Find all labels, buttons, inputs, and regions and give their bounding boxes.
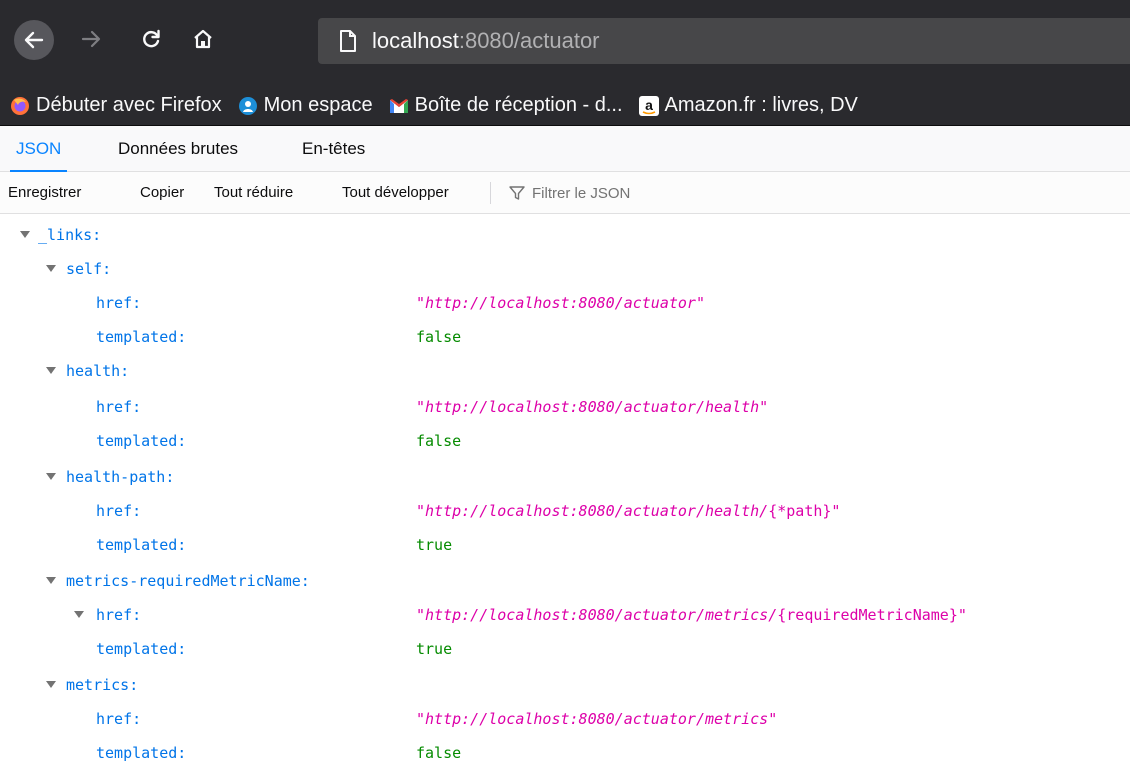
json-key-href: href:: [96, 398, 142, 416]
tree-row-metrics-href[interactable]: href: "http://localhost:8080/actuator/me…: [0, 702, 1130, 736]
tree-row-self-templated[interactable]: templated: false: [0, 320, 1130, 354]
reload-icon: [143, 29, 160, 48]
tree-row-health-href[interactable]: href: "http://localhost:8080/actuator/he…: [0, 390, 1130, 424]
json-key-metrics-required-metric-name: metrics-requiredMetricName:: [66, 572, 310, 590]
tree-row-metrics-required-metric-name-templated[interactable]: templated: true: [0, 632, 1130, 666]
expand-triangle-icon[interactable]: [20, 230, 30, 240]
json-key-links: _links:: [38, 226, 102, 244]
json-value-boolean: false: [416, 744, 462, 762]
tree-row-metrics-required-metric-name[interactable]: metrics-requiredMetricName:: [0, 564, 1130, 598]
amazon-icon: a: [638, 95, 659, 116]
bookmarks-toolbar: Débuter avec Firefox Mon espace Boîte de…: [0, 86, 1130, 126]
tree-row-health-path-href[interactable]: href: "http://localhost:8080/actuator/he…: [0, 494, 1130, 528]
bookmark-amazon[interactable]: a Amazon.fr : livres, DV: [629, 86, 864, 125]
json-value-boolean: true: [416, 640, 453, 658]
json-key-templated: templated:: [96, 640, 187, 658]
json-key-templated: templated:: [96, 432, 187, 450]
bookmark-label: Boîte de réception - d...: [414, 94, 623, 116]
bookmark-boite-reception[interactable]: Boîte de réception - d...: [379, 86, 629, 125]
gmail-icon: [389, 96, 409, 116]
json-value-boolean: true: [416, 536, 453, 554]
tree-row-metrics-templated[interactable]: templated: false: [0, 736, 1130, 762]
home-icon: [194, 29, 212, 49]
expand-all-button[interactable]: Tout développer: [342, 172, 449, 214]
url-bar[interactable]: localhost:8080/actuator: [318, 18, 1130, 64]
expand-triangle-icon[interactable]: [46, 264, 56, 274]
bookmark-label: Débuter avec Firefox: [36, 94, 222, 116]
copy-button[interactable]: Copier: [140, 172, 184, 214]
url-path: :8080/actuator: [458, 28, 600, 53]
reload-button[interactable]: [136, 24, 166, 54]
tree-row-health-path-templated[interactable]: templated: true: [0, 528, 1130, 562]
forward-button[interactable]: [76, 24, 106, 54]
tree-row-health-templated[interactable]: templated: false: [0, 424, 1130, 458]
expand-triangle-icon[interactable]: [46, 472, 56, 482]
viewer-tabs: JSON Données brutes En-têtes: [0, 126, 1130, 172]
json-key-health-path: health-path:: [66, 468, 175, 486]
firefox-icon: [10, 96, 30, 116]
json-key-metrics: metrics:: [66, 676, 139, 694]
json-key-href: href:: [96, 294, 142, 312]
tree-row-metrics[interactable]: metrics:: [0, 668, 1130, 702]
json-key-href: href:: [96, 710, 142, 728]
filter-json-input[interactable]: [532, 184, 782, 202]
arrow-left-icon: [24, 31, 44, 49]
json-toolbar: Enregistrer Copier Tout réduire Tout dév…: [0, 172, 1130, 214]
collapse-all-button[interactable]: Tout réduire: [214, 172, 293, 214]
toolbar-divider: [490, 182, 491, 204]
json-value-string: "http://localhost:8080/actuator": [416, 294, 705, 312]
json-value-string: "http://localhost:8080/actuator/health/{…: [416, 502, 841, 520]
tree-row-health-path[interactable]: health-path:: [0, 460, 1130, 494]
json-key-health: health:: [66, 362, 130, 380]
tree-row-metrics-required-metric-name-href[interactable]: href: "http://localhost:8080/actuator/me…: [0, 598, 1130, 632]
json-value-boolean: false: [416, 432, 462, 450]
bookmark-label: Amazon.fr : livres, DV: [664, 94, 858, 116]
tree-row-self[interactable]: self:: [0, 252, 1130, 286]
browser-navbar: localhost:8080/actuator: [0, 0, 1130, 86]
expand-triangle-icon[interactable]: [46, 680, 56, 690]
tree-row-health[interactable]: health:: [0, 354, 1130, 388]
expand-triangle-icon[interactable]: [46, 576, 56, 586]
tab-raw-data[interactable]: Données brutes: [118, 126, 238, 172]
json-key-self: self:: [66, 260, 112, 278]
url-host: localhost: [372, 28, 459, 53]
arrow-right-icon: [81, 30, 101, 48]
mon-espace-icon: [238, 96, 258, 116]
tab-headers[interactable]: En-têtes: [302, 126, 365, 172]
url-text[interactable]: localhost:8080/actuator: [372, 28, 600, 54]
tab-json[interactable]: JSON: [9, 126, 68, 172]
expand-triangle-icon[interactable]: [46, 366, 56, 376]
home-button[interactable]: [188, 24, 218, 54]
json-value-string: "http://localhost:8080/actuator/metrics/…: [416, 606, 967, 624]
json-value-boolean: false: [416, 328, 462, 346]
json-key-href: href:: [96, 502, 142, 520]
filter-icon: [508, 184, 526, 202]
tree-row-links[interactable]: _links:: [0, 218, 1130, 252]
back-button[interactable]: [14, 20, 54, 60]
json-key-templated: templated:: [96, 536, 187, 554]
save-button[interactable]: Enregistrer: [8, 172, 81, 214]
filter-box: [498, 179, 798, 207]
bookmark-debuter-firefox[interactable]: Débuter avec Firefox: [0, 86, 228, 125]
json-key-href: href:: [96, 606, 142, 624]
expand-triangle-icon[interactable]: [74, 610, 84, 620]
json-value-string: "http://localhost:8080/actuator/health": [416, 398, 769, 416]
svg-text:a: a: [645, 97, 653, 113]
bookmark-mon-espace[interactable]: Mon espace: [228, 86, 379, 125]
json-value-string: "http://localhost:8080/actuator/metrics": [416, 710, 778, 728]
bookmark-label: Mon espace: [263, 94, 373, 116]
json-key-templated: templated:: [96, 744, 187, 762]
page-icon: [338, 29, 358, 53]
json-key-templated: templated:: [96, 328, 187, 346]
tree-row-self-href[interactable]: href: "http://localhost:8080/actuator": [0, 286, 1130, 320]
